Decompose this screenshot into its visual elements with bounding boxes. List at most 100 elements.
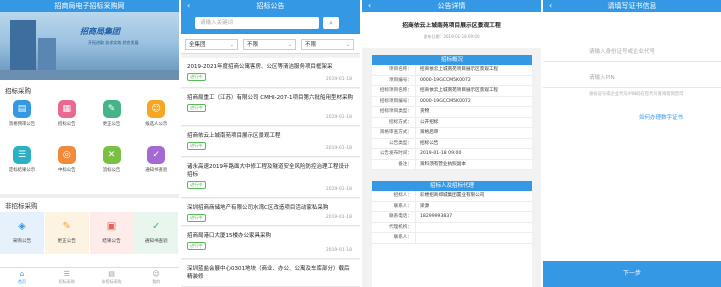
detail-row: 联系人： [372,233,532,244]
row-value: 彩楼招商郑城集团置业有限公司 [420,193,485,198]
tender-grid: ▤ 资格预审公告 ▦ 招标公告 ✎ 更正公告 ☺ 候选人公示 ☰ 定标结果公示 ◎ 中标公告 ✕ 流标公告… [0,100,179,192]
person-icon: ☺ [147,100,166,118]
row-key: 项目名称： [372,65,416,75]
cancel-icon: ✕ [102,146,121,164]
chevron-down-icon: ⌄ [229,42,234,48]
list-header: ‹ 招标公告 [181,0,360,12]
row-key: 招标项目编号： [372,96,416,107]
status-badge: 进行中 [187,73,206,81]
notice-item[interactable]: 招商局港口大厦15楼办公家具采购 进行中 2019-01-18 [181,227,360,259]
row-value: 招商依云上城南苑项目展示区景观工程 [420,67,499,72]
nontender-label: 采购公告 [12,239,32,244]
tile-cancel[interactable]: ✕ 流标公告 [90,146,134,173]
next-button[interactable]: 下一步 [543,261,721,287]
nontender-megaphone[interactable]: ◈ 采购公告 [0,212,44,254]
list-screen: ‹ 招标公告 请输入关键词 ⌕ 全集团 ⌄ 不限 ⌄ 不限 ⌄ 2019-2021年度… [181,0,360,287]
detail-row: 资格审查方式： 资格后审 [372,128,532,139]
tile-label: 招标公告 [57,122,76,127]
detail-row: 项目编号： 0000-19GCCM5K0072 [372,75,532,86]
notice-item[interactable]: 招商局重工（江苏）有限公司 CMHI-207-1项目第六批船用型材采购 进行中 20… [181,89,360,126]
cert-title: 请填写证书信息 [607,2,657,10]
tile-document[interactable]: ▤ 资格预审公告 [0,100,44,127]
pin-input[interactable]: 请输入PIN [543,68,721,88]
overview-heading: 招标概况 [372,55,532,65]
tile-target[interactable]: ◎ 中标公告 [45,146,89,173]
tab-2[interactable]: ▤ 非招标采购 [90,270,134,285]
search-icon[interactable]: ⌕ [323,17,339,29]
overview-card: 招标概况 项目名称： 招商依云上城南苑项目展示区景观工程 项目编号： 0000-19G… [372,55,532,170]
check-icon: ✓ [152,221,161,232]
overview-table: 项目名称： 招商依云上城南苑项目展示区景观工程 项目编号： 0000-19GCCM5K… [372,65,532,170]
row-key: 联系人： [372,233,416,243]
row-value: 招商依云上城南苑项目展示区景观工程 [420,88,499,93]
row-value: 货物 [420,109,430,114]
cert-help-link[interactable]: 如何办理数字证书 [639,113,683,121]
notice-date: 2019-01-18 [325,77,352,82]
tab-label: 我的 [152,279,161,284]
agent-heading: 招标人及招标代理 [372,181,532,191]
notice-item[interactable]: 2019-2021年度招商公寓客房、公区等清洁服务项目框架采 进行中 2019-01… [181,58,360,88]
tab-icon: ⌂ [19,270,25,278]
status-badge: 进行中 [187,214,206,222]
tile-notice[interactable]: ▦ 招标公告 [45,100,89,127]
filter-bar: 全集团 ⌄ 不限 ⌄ 不限 ⌄ [181,34,360,54]
row-value: 0000-19GCCM5K0072 [420,77,471,83]
detail-row: 备注： 资料须有营业执照副本 [372,159,532,170]
search-input[interactable]: 请输入关键词 [195,17,319,29]
agent-table: 招标人： 彩楼招商郑城集团置业有限公司 联系人： 梁源 联系电话： 18299993837… [372,191,532,244]
back-icon[interactable]: ‹ [549,0,552,11]
back-icon[interactable]: ‹ [187,0,190,11]
tile-list[interactable]: ☰ 定标结果公示 [0,146,44,173]
row-key: 公告类型： [372,138,416,149]
row-key: 招标项目类型： [372,107,416,117]
notice-item[interactable]: 深圳蓝盐会展中心0301地块（商业、办公、公寓及车库部分）载后精装修 [181,260,360,287]
tile-label: 通知书查验 [145,168,168,173]
tab-1[interactable]: ☰ 招标采购 [45,270,89,285]
tile-person[interactable]: ☺ 候选人公示 [134,100,178,127]
notice-item[interactable]: 招商依云上城南苑项目展示区景观工程 进行中 2019-01-18 [181,127,360,157]
tab-0[interactable]: ⌂ 首页 [0,270,44,285]
nontender-label: 通知书查验 [144,239,168,244]
filter-group-select[interactable]: 全集团 ⌄ [185,39,238,50]
nontender-result[interactable]: ▣ 结果公告 [89,212,134,254]
back-icon[interactable]: ‹ [368,0,371,11]
notice-title: 2019-2021年度招商公寓客房、公区等清洁服务项目框架采 [187,64,333,70]
detail-title-card: 招商依云上城南苑项目展示区景观工程 发布日期：2019-01-18 09:00 [362,12,541,48]
nontender-check[interactable]: ✓ 通知书查验 [134,212,179,254]
notice-title: 深圳蓝盐会展中心0301地块（商业、办公、公寓及车库部分）载后精装修 [187,266,350,280]
tile-edit[interactable]: ✎ 更正公告 [90,100,134,127]
status-badge: 进行中 [187,142,206,150]
status-badge: 进行中 [187,104,206,112]
bottom-tab-bar: ⌂ 首页 ☰ 招标采购 ▤ 非招标采购 ☺ 我的 [0,267,179,287]
nontender-edit[interactable]: ✎ 更正公告 [44,212,89,254]
chevron-down-icon: ⌄ [287,42,292,48]
filter-status-select[interactable]: 不限 ⌄ [301,39,354,50]
filter-type-value: 不限 [247,42,259,48]
detail-row: 招标项目类型： 货物 [372,107,532,118]
tile-check[interactable]: ✓ 通知书查验 [134,146,178,173]
row-value: 2019-01-18 09:00 [420,151,462,156]
publish-value: 2019-01-18 09:00 [443,34,480,39]
row-key: 联系人： [372,201,416,212]
tab-3[interactable]: ☺ 我的 [134,270,178,285]
row-key: 备注： [372,159,416,170]
row-value: 招标公告 [420,140,439,146]
tile-label: 流标公告 [102,168,121,173]
row-key: 联系电话： [372,212,416,222]
row-key: 公告发布时间： [372,149,416,159]
detail-row: 招标项目编号： 0000-19GCCM5K0072 [372,96,532,107]
detail-row: 联系电话： 18299993837 [372,212,532,223]
notice-item[interactable]: 诸永高速2019年路面大中修工程及隧道安全风险防控治理工程设计招标 进行中 2019… [181,158,360,198]
id-number-input[interactable]: 请输入身份证号或企业代号 [543,42,721,62]
tile-label: 资格预审公告 [8,122,36,127]
status-badge: 进行中 [187,242,206,250]
cert-screen: ‹ 请填写证书信息 请输入身份证号或企业代号 请输入PIN 身份证号或企业代号/… [543,0,721,287]
notice-item[interactable]: 深圳招商商储地产有限公司水湾C区改造项目活动家私采购 进行中 2019-01-18 [181,199,360,226]
filter-group-value: 全集团 [189,42,206,48]
home-banner[interactable]: 招商局集团 开拓进取 务求实效 综合发展 [0,12,179,80]
filter-type-select[interactable]: 不限 ⌄ [243,39,296,50]
detail-screen: ‹ 公告详情 招商依云上城南苑项目展示区景观工程 发布日期：2019-01-18… [362,0,541,287]
home-header: 招商局电子招标采购网 [0,0,179,12]
list-title: 招标公告 [256,2,285,10]
row-key: 资格审查方式： [372,128,416,138]
